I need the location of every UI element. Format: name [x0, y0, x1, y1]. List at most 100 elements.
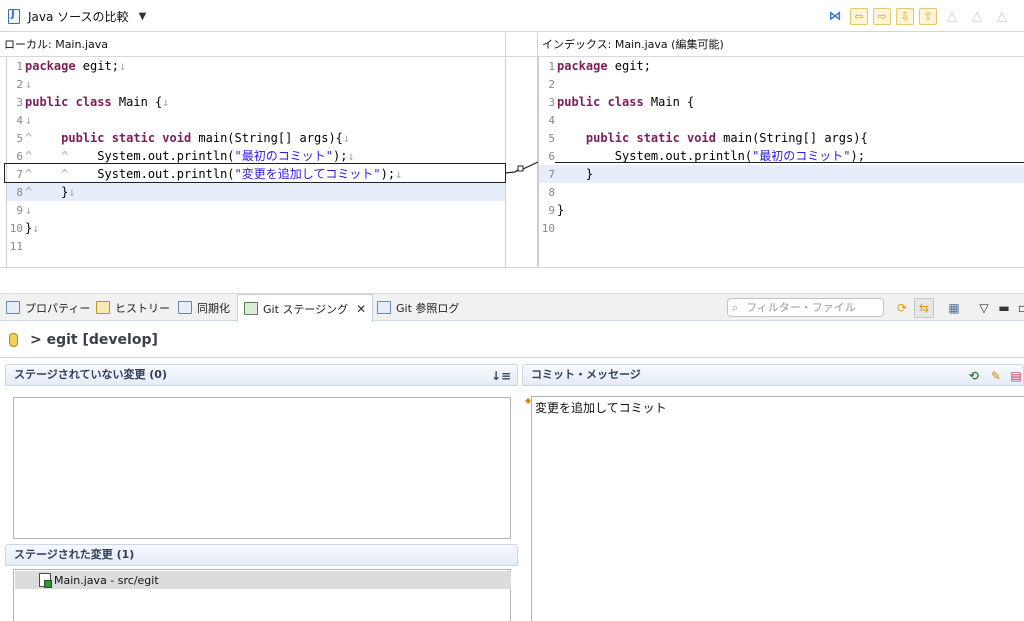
left-pane-title: ローカル: Main.java [0, 33, 505, 57]
commit-message-title: コミット・メッセージ [531, 368, 641, 381]
commit-message-text: 変更を追加してコミット [535, 401, 667, 415]
filter-placeholder: フィルター・ファイル [746, 301, 856, 314]
code-text: egit; [75, 59, 119, 73]
center-header [505, 33, 538, 57]
compare-mode-icon[interactable]: ⋈ [825, 6, 845, 26]
keyword: public class [557, 95, 644, 109]
code-line[interactable]: 7 ^ ^ System.out.println("変更を追加してコミット");↓ [7, 165, 505, 183]
copy-all-left-icon[interactable]: ⇦ [850, 7, 868, 25]
reflog-icon [377, 301, 391, 314]
code-text: System.out.println( [97, 167, 235, 181]
commit-message-textarea[interactable]: 変更を追加してコミット [531, 396, 1024, 621]
view-tab-bar: プロパティー ヒストリー 同期化 Git ステージング ✕ Git 参照ログ ⌕… [0, 293, 1024, 322]
code-line[interactable]: 8 ^ }↓ [7, 183, 505, 201]
repository-bar: > egit [develop] [0, 322, 1024, 358]
whitespace-marker: ↓ [118, 59, 127, 73]
code-line[interactable]: 8 [539, 183, 1024, 201]
whitespace-marker: ↓ [25, 77, 33, 91]
code-line[interactable]: 9} [539, 201, 1024, 219]
close-icon[interactable]: ✕ [356, 302, 366, 316]
sync-view-icon [178, 301, 192, 314]
sign-off-icon[interactable]: ✎ [987, 367, 1005, 385]
code-line[interactable]: 10 [539, 219, 1024, 237]
left-source-pane[interactable]: 1 package egit;↓ 2 ↓ 3 public class Main {↓ 4 ↓… [6, 57, 505, 267]
line-number: 11 [9, 240, 23, 253]
code-line[interactable]: 1 package egit; [539, 57, 1024, 75]
diff-connector [505, 161, 538, 174]
tab-label: ヒストリー [115, 301, 170, 315]
ancestor-icon[interactable]: △ [992, 6, 1012, 26]
whitespace-marker: ↓ [347, 149, 355, 163]
staged-files-list[interactable]: Main.java - src/egit [13, 569, 511, 621]
whitespace-marker: ↓ [395, 167, 403, 181]
code-line[interactable]: 3 public class Main {↓ [7, 93, 505, 111]
code-line[interactable]: 2 [539, 75, 1024, 93]
code-line[interactable]: 4 ↓ [7, 111, 505, 129]
indent-marker [557, 131, 586, 145]
tab-sync[interactable]: 同期化 [172, 294, 236, 321]
keyword: public static void [585, 131, 716, 145]
amend-icon[interactable]: ⟲ [965, 367, 983, 385]
tab-properties[interactable]: プロパティー [0, 294, 96, 321]
code-line[interactable]: 9 ↓ [7, 201, 505, 219]
keyword: public class [25, 95, 112, 109]
prev-change-icon[interactable]: △ [967, 6, 987, 26]
code-line[interactable]: 11 [7, 237, 505, 255]
chevron-down-icon[interactable]: ▼ [139, 11, 147, 22]
staged-file-row[interactable]: Main.java - src/egit [15, 571, 511, 589]
line-number: 4 [16, 114, 23, 127]
staged-changes-header: ステージされた変更 (1) [5, 544, 518, 566]
line-number: 2 [16, 78, 23, 91]
tab-git-staging[interactable]: Git ステージング ✕ [237, 294, 374, 322]
keyword: package [25, 59, 76, 73]
next-change-icon[interactable]: △ [942, 6, 962, 26]
filter-files-input[interactable]: ⌕ フィルター・ファイル [727, 298, 884, 317]
maximize-icon[interactable]: ▫ [1012, 298, 1024, 318]
code-line[interactable]: 4 [539, 111, 1024, 129]
line-number: 9 [16, 204, 23, 217]
code-line[interactable]: 10}↓ [7, 219, 505, 237]
line-number: 7 [548, 168, 555, 181]
indent-marker: ^ ^ [25, 149, 98, 163]
code-text: System.out.println( [97, 149, 235, 163]
whitespace-marker: ↓ [68, 185, 76, 199]
diff-insertion-line [555, 162, 1024, 163]
sync-icon[interactable]: ⟳ [892, 298, 912, 318]
line-number: 7 [16, 168, 23, 181]
code-line[interactable]: 7 } [539, 165, 1024, 183]
code-text: System.out.println( [614, 149, 753, 163]
code-text: main(String[] args){ [715, 131, 868, 145]
line-number: 10 [9, 222, 23, 235]
line-number: 10 [541, 222, 555, 235]
link-icon[interactable]: ⇆ [914, 298, 934, 318]
tab-label: Git 参照ログ [396, 301, 460, 315]
sash[interactable] [0, 267, 1024, 293]
copy-right-icon[interactable]: ⇨ [873, 7, 891, 25]
code-line[interactable]: 3 public class Main { [539, 93, 1024, 111]
view-menu-icon[interactable]: ▽ [974, 298, 994, 318]
editor-title-dropdown[interactable]: Java ソースの比較 ▼ [8, 7, 146, 25]
unstaged-files-list[interactable] [13, 397, 511, 539]
line-number: 6 [16, 150, 23, 163]
next-diff-icon[interactable]: ⇩ [896, 7, 914, 25]
repository-label: > egit [develop] [30, 331, 158, 348]
layout-icon[interactable]: ▦ [944, 298, 964, 318]
change-id-icon[interactable]: ▤ [1007, 367, 1024, 385]
code-line[interactable]: 5 public static void main(String[] args)… [539, 129, 1024, 147]
indent-marker: ^ ^ [25, 167, 98, 181]
tab-label: 同期化 [197, 301, 230, 315]
code-text: main(String[] args){ [191, 131, 343, 145]
tab-history[interactable]: ヒストリー [90, 294, 176, 321]
code-line[interactable]: 1 package egit;↓ [7, 57, 505, 75]
minimize-icon[interactable]: ▬ [994, 298, 1014, 318]
prev-diff-icon[interactable]: ⇧ [919, 7, 937, 25]
java-file-icon [39, 573, 52, 588]
tab-git-reflog[interactable]: Git 参照ログ [371, 294, 465, 321]
code-text: Main { [643, 95, 695, 109]
code-line[interactable]: 5 ^ public static void main(String[] args… [7, 129, 505, 147]
code-tail: ); [850, 149, 865, 163]
code-line[interactable]: 2 ↓ [7, 75, 505, 93]
sort-list-icon[interactable]: ↓≡ [491, 367, 511, 385]
code-line[interactable]: 6 ^ ^ System.out.println("最初のコミット");↓ [7, 147, 505, 165]
tab-label: Git ステージング [263, 302, 349, 316]
